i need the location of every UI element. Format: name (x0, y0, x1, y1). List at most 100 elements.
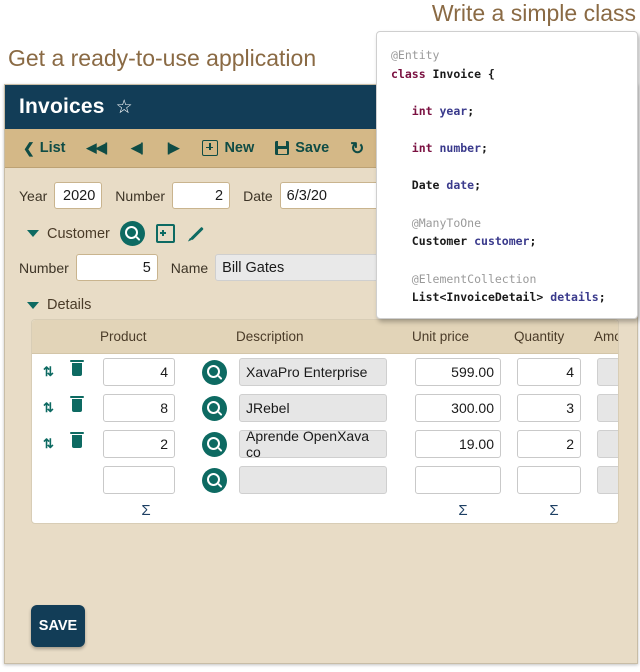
row-reorder-handle (32, 462, 64, 498)
row-delete-button[interactable] (64, 354, 100, 391)
cell-description: JRebel (236, 390, 412, 426)
row-reorder-handle[interactable]: ⇅ (32, 426, 64, 462)
row-delete-button (64, 462, 100, 498)
search-icon (206, 472, 220, 486)
customer-name-label: Name (170, 259, 209, 276)
section-heading-ready-app: Get a ready-to-use application (8, 45, 317, 71)
totals-spacer-3 (192, 498, 236, 523)
totals-spacer-1 (32, 498, 64, 523)
year-label: Year (19, 187, 48, 204)
chevron-down-icon-details[interactable] (27, 301, 39, 309)
cell-amount (594, 462, 618, 498)
up-down-arrows-icon: ⇅ (43, 364, 54, 379)
refresh-button[interactable]: ↻ (350, 140, 369, 157)
cell-description: XavaPro Enterprise (236, 354, 412, 391)
quantity-input[interactable]: 3 (517, 394, 581, 422)
product-search-button[interactable] (201, 431, 227, 457)
search-icon (206, 436, 220, 450)
section-heading-write-class: Write a simple class (431, 0, 636, 26)
row-reorder-handle[interactable]: ⇅ (32, 354, 64, 391)
description-input: XavaPro Enterprise (239, 358, 387, 386)
customer-new-icon[interactable] (155, 224, 175, 243)
description-input (239, 466, 387, 494)
details-table: Product Description Unit price Quantity … (32, 320, 618, 523)
quantity-input[interactable]: 4 (517, 358, 581, 386)
next-record-button[interactable]: |▶ (167, 140, 180, 156)
product-input[interactable]: 4 (103, 358, 175, 386)
cell-product: 4 (100, 354, 192, 391)
cell-search (192, 426, 236, 462)
star-icon[interactable]: ☆ (116, 98, 133, 117)
row-reorder-handle[interactable]: ⇅ (32, 390, 64, 426)
customer-number-input[interactable]: 5 (75, 254, 158, 281)
cell-quantity: 4 (514, 354, 594, 391)
customer-search-button[interactable] (119, 221, 145, 246)
cell-unit-price: 599.00 (412, 354, 514, 391)
cell-unit-price: 300.00 (412, 390, 514, 426)
product-input[interactable] (103, 466, 175, 494)
amount-value: 900.00 (597, 394, 618, 422)
new-button-label: New (224, 140, 255, 156)
cell-description (236, 462, 412, 498)
table-row: ⇅ 2 Aprende OpenXava co 19.00 2 38.00 (32, 426, 618, 462)
save-button-label: Save (295, 140, 330, 156)
amount-value (597, 466, 618, 494)
up-down-arrows-icon: ⇅ (43, 436, 54, 451)
details-table-header-row: Product Description Unit price Quantity … (32, 320, 618, 354)
new-record-icon (202, 140, 219, 156)
new-button[interactable]: New (202, 140, 254, 156)
col-amount: Amount (594, 320, 618, 354)
product-search-button[interactable] (201, 359, 227, 385)
previous-record-button[interactable]: ◀| (131, 140, 144, 156)
unit-price-input[interactable]: 300.00 (415, 394, 501, 422)
col-description: Description (236, 320, 412, 354)
sum-product: Σ (141, 502, 151, 519)
number-input[interactable]: 2 (172, 182, 231, 209)
customer-edit-pencil-icon[interactable] (188, 226, 204, 242)
trash-icon (70, 396, 84, 412)
save-button[interactable]: Save (275, 140, 329, 156)
col-unit-price: Unit price (412, 320, 514, 354)
trash-icon (70, 432, 84, 448)
amount-value: 2,396.00 (597, 358, 618, 386)
product-search-button[interactable] (201, 467, 227, 493)
unit-price-input[interactable]: 19.00 (415, 430, 501, 458)
sum-amount-total: 3,334.00 (594, 498, 618, 523)
year-input[interactable]: 2020 (54, 182, 103, 209)
row-delete-button[interactable] (64, 426, 100, 462)
cell-search (192, 390, 236, 426)
chevron-down-icon[interactable] (27, 230, 39, 237)
cell-description: Aprende OpenXava co (236, 426, 412, 462)
floppy-disk-icon (275, 141, 290, 155)
description-input: Aprende OpenXava co (239, 428, 387, 460)
totals-spacer-4 (236, 498, 412, 523)
col-reorder (32, 320, 64, 354)
cell-amount: 38.00 (594, 426, 618, 462)
col-quantity: Quantity (514, 320, 594, 354)
table-row (32, 462, 618, 498)
save-action-button[interactable]: SAVE (31, 605, 85, 647)
description-input: JRebel (239, 394, 387, 422)
refresh-icon: ↻ (350, 138, 365, 158)
quantity-input[interactable]: 2 (517, 430, 581, 458)
quantity-input[interactable] (517, 466, 581, 494)
cell-quantity (514, 462, 594, 498)
first-record-button[interactable]: ◀◀| (87, 140, 109, 156)
trash-icon (70, 360, 84, 376)
unit-price-input[interactable]: 599.00 (415, 358, 501, 386)
date-input[interactable]: 6/3/20 (279, 182, 390, 209)
cell-amount: 900.00 (594, 390, 618, 426)
cell-quantity: 3 (514, 390, 594, 426)
row-delete-button[interactable] (64, 390, 100, 426)
unit-price-input[interactable] (415, 466, 501, 494)
customer-section-label: Customer (47, 225, 110, 242)
cell-search (192, 462, 236, 498)
product-search-button[interactable] (201, 395, 227, 421)
sum-unit-price: Σ (458, 502, 468, 519)
product-input[interactable]: 8 (103, 394, 175, 422)
list-button-label: List (39, 140, 66, 156)
list-button[interactable]: ❮ List (23, 140, 66, 156)
col-delete (64, 320, 100, 354)
product-input[interactable]: 2 (103, 430, 175, 458)
chevron-left-icon: ❮ (23, 140, 35, 156)
